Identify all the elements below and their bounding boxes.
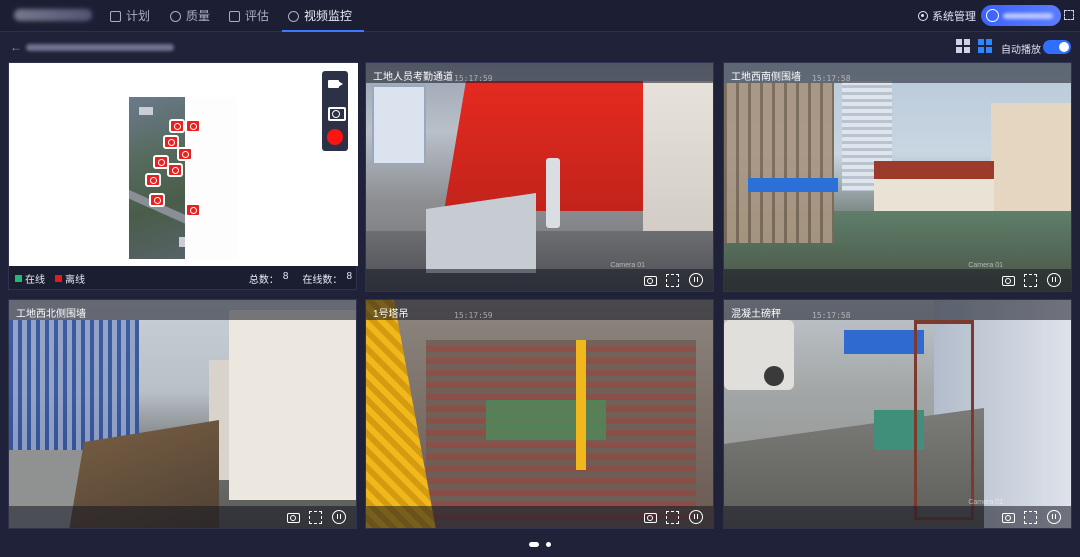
quality-icon xyxy=(170,10,181,22)
back-arrow-icon: ← xyxy=(10,40,22,54)
breadcrumb xyxy=(26,43,174,51)
camera-timestamp: 15:17:59 xyxy=(454,74,493,83)
nav-item-plan[interactable]: 计划 xyxy=(110,0,150,32)
total-value: 8 xyxy=(282,271,289,282)
map-tool-panel xyxy=(322,71,348,151)
camera-pin-icon[interactable] xyxy=(169,119,185,133)
pause-icon[interactable] xyxy=(332,510,346,524)
camera-tile[interactable]: 工地人员考勤通道 15:17:59 Camera 01 xyxy=(365,62,714,292)
camera-tile[interactable]: 混凝土磅秤 15:17:58 Camera 01 xyxy=(723,299,1072,529)
nav-item-evaluate[interactable]: 评估 xyxy=(229,0,269,32)
camera-title: 工地西北侧围墙 xyxy=(16,309,86,320)
camera-label: Camera 01 xyxy=(968,262,1003,269)
camera-tile[interactable]: 1号塔吊 15:17:59 xyxy=(365,299,714,529)
camera-title: 工地人员考勤通道 xyxy=(373,72,453,83)
nav-item-quality[interactable]: 质量 xyxy=(170,0,210,32)
pause-icon[interactable] xyxy=(689,510,703,524)
pause-icon[interactable] xyxy=(1047,273,1061,287)
camera-control-bar xyxy=(9,506,356,528)
camera-feed xyxy=(366,300,713,528)
snapshot-icon[interactable] xyxy=(286,510,300,524)
camera-control-bar xyxy=(724,506,1071,528)
nav-item-label: 评估 xyxy=(245,9,270,23)
video-icon xyxy=(288,10,299,22)
pagination-dots xyxy=(529,542,551,547)
legend-online: 在线 xyxy=(15,271,45,286)
evaluate-icon xyxy=(229,10,240,22)
snapshot-icon[interactable] xyxy=(643,510,657,524)
camera-tile[interactable]: 工地西北侧围墙 xyxy=(8,299,357,529)
offline-dot-icon xyxy=(55,275,62,282)
total-label: 总数： xyxy=(248,275,279,286)
snapshot-icon[interactable] xyxy=(643,273,657,287)
auto-play-label: 自动播放 xyxy=(1001,45,1041,56)
camera-control-bar xyxy=(366,269,713,291)
nav-item-label: 计划 xyxy=(126,9,151,23)
system-management-button[interactable]: 系统管理 xyxy=(918,8,976,24)
snapshot-icon[interactable] xyxy=(1001,510,1015,524)
camera-title: 混凝土磅秤 xyxy=(731,309,781,320)
pause-icon[interactable] xyxy=(689,273,703,287)
camera-feed xyxy=(724,300,1071,528)
nav-item-label: 质量 xyxy=(186,9,211,23)
camera-label: Camera 01 xyxy=(610,262,645,269)
camera-title-bar xyxy=(366,300,713,320)
fullscreen-icon[interactable] xyxy=(665,510,679,524)
pause-icon[interactable] xyxy=(1047,510,1061,524)
camera-pin-icon[interactable] xyxy=(177,147,193,161)
camera-pin-icon[interactable] xyxy=(167,163,183,177)
camera-title: 工地西南侧围墙 xyxy=(731,72,801,83)
camera-pin-icon[interactable] xyxy=(145,173,161,187)
page-dot-1[interactable] xyxy=(529,542,539,547)
camera-timestamp: 15:17:58 xyxy=(812,311,851,320)
online-value: 8 xyxy=(346,271,352,282)
camera-label: Camera 01 xyxy=(968,499,1003,506)
camera-feed xyxy=(724,63,1071,291)
camera-title: 1号塔吊 xyxy=(373,309,409,320)
camera-pin-icon[interactable] xyxy=(185,119,201,133)
map-status-bar: 在线 离线 总数： 8 在线数： 8 xyxy=(9,266,358,291)
record-icon[interactable] xyxy=(326,128,344,146)
user-name xyxy=(1003,13,1053,19)
nav-item-label: 视频监控 xyxy=(304,9,353,23)
nav-item-video-monitoring[interactable]: 视频监控 xyxy=(281,0,365,32)
fullscreen-icon[interactable] xyxy=(1064,10,1074,20)
site-plan-image xyxy=(129,97,237,259)
camera-pin-icon[interactable] xyxy=(149,193,165,207)
camera-control-bar xyxy=(724,269,1071,291)
camera-timestamp: 15:17:59 xyxy=(454,311,493,320)
top-navigation-bar: 计划 质量 评估 视频监控 系统管理 xyxy=(0,0,1080,32)
camera-tile[interactable]: 工地西南侧围墙 15:17:58 Camera 01 xyxy=(723,62,1072,292)
user-menu[interactable] xyxy=(981,5,1061,26)
site-map xyxy=(9,63,358,266)
camera-feed xyxy=(9,300,356,528)
snapshot-icon[interactable] xyxy=(326,102,346,121)
layout-3x3-button[interactable] xyxy=(978,39,992,53)
site-map-panel: 在线 离线 总数： 8 在线数： 8 xyxy=(8,62,358,291)
system-management-label: 系统管理 xyxy=(932,11,976,23)
camera-counts: 总数： 8 在线数： 8 xyxy=(249,271,352,286)
camera-pin-icon[interactable] xyxy=(185,203,201,217)
fullscreen-icon[interactable] xyxy=(1023,510,1037,524)
back-link[interactable]: ← xyxy=(10,40,174,54)
layout-2x2-button[interactable] xyxy=(956,39,970,53)
fullscreen-icon[interactable] xyxy=(1023,273,1037,287)
camera-feed xyxy=(366,63,713,291)
auto-play-toggle[interactable] xyxy=(1043,40,1071,54)
gear-icon xyxy=(918,11,928,21)
snapshot-icon[interactable] xyxy=(1001,273,1015,287)
globe-icon xyxy=(986,9,999,22)
online-dot-icon xyxy=(15,275,22,282)
plan-icon xyxy=(110,10,121,22)
app-logo xyxy=(14,9,92,21)
camera-control-bar xyxy=(366,506,713,528)
online-label: 在线数： xyxy=(302,275,343,286)
fullscreen-icon[interactable] xyxy=(665,273,679,287)
camera-pin-icon[interactable] xyxy=(163,135,179,149)
page-dot-2[interactable] xyxy=(546,542,551,547)
video-camera-icon[interactable] xyxy=(326,75,344,93)
fullscreen-icon[interactable] xyxy=(308,510,322,524)
camera-timestamp: 15:17:58 xyxy=(812,74,851,83)
legend-offline: 离线 xyxy=(55,271,85,286)
